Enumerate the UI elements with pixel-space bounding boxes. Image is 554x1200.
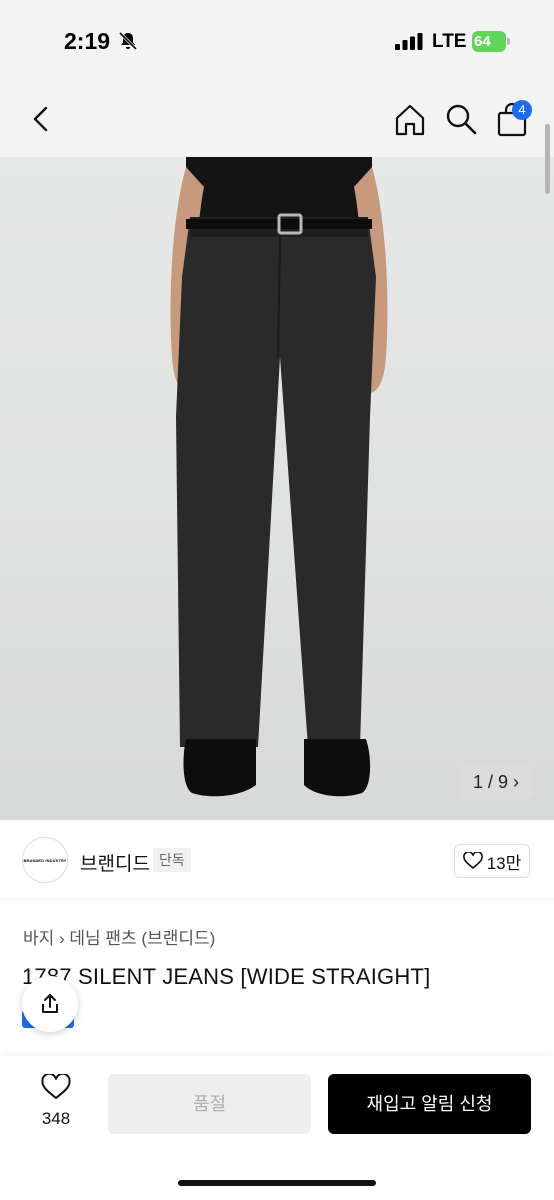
home-icon[interactable] — [392, 102, 428, 138]
battery-indicator: 64 — [472, 31, 510, 52]
brand-like-button[interactable]: 13만 — [454, 844, 530, 878]
breadcrumb-item-category[interactable]: 바지 — [23, 929, 54, 948]
status-bar: 2:19 LTE 64 — [0, 0, 554, 82]
battery-level: 64 — [472, 31, 506, 52]
image-counter-text: 1 / 9 — [472, 772, 508, 792]
brand-name[interactable]: 브랜디드 — [80, 849, 150, 876]
carrier-label: LTE — [432, 31, 467, 52]
brand-logo[interactable]: BRANDED INDUSTRY — [22, 837, 68, 883]
product-title: 1787 SILENT JEANS [WIDE STRAIGHT] — [22, 964, 431, 989]
soldout-button[interactable]: 품절 — [108, 1074, 311, 1134]
brand-like-count: 13만 — [486, 853, 522, 873]
share-icon — [42, 994, 58, 1013]
cart-count-badge: 4 — [512, 100, 532, 120]
top-nav: 4 — [0, 82, 554, 157]
breadcrumb: 바지 › 데님 팬츠 (브랜디드) — [23, 924, 215, 949]
bottom-action-bar: 348 품절 재입고 알림 신청 — [0, 1056, 554, 1200]
breadcrumb-item-subcategory[interactable]: 데님 팬츠 (브랜디드) — [69, 929, 215, 948]
signal-icon — [395, 33, 423, 50]
share-button[interactable] — [22, 976, 78, 1032]
product-photo — [170, 157, 388, 797]
exclusive-badge: 단독 — [153, 848, 191, 872]
image-counter[interactable]: 1 / 9 › — [460, 765, 532, 799]
scrollbar[interactable] — [545, 124, 550, 194]
product-image-gallery[interactable]: 1 / 9 › — [0, 157, 554, 820]
bell-slash-icon — [118, 31, 138, 51]
brand-row: BRANDED INDUSTRY 브랜디드 단독 13만 — [0, 820, 554, 900]
wishlist-button[interactable]: 348 — [26, 1072, 86, 1134]
battery-cap — [507, 38, 510, 45]
cart-button[interactable]: 4 — [494, 100, 534, 140]
chevron-right-icon: › — [513, 772, 520, 792]
back-icon[interactable] — [26, 104, 54, 134]
status-time: 2:19 — [64, 28, 111, 54]
home-indicator[interactable] — [178, 1180, 376, 1186]
restock-alert-button[interactable]: 재입고 알림 신청 — [328, 1074, 531, 1134]
heart-icon — [41, 1072, 71, 1100]
breadcrumb-separator-icon: › — [59, 929, 70, 948]
search-icon[interactable] — [444, 102, 478, 136]
wishlist-count: 348 — [41, 1109, 71, 1128]
brand-logo-text: BRANDED INDUSTRY — [23, 857, 67, 863]
heart-icon — [462, 852, 483, 870]
